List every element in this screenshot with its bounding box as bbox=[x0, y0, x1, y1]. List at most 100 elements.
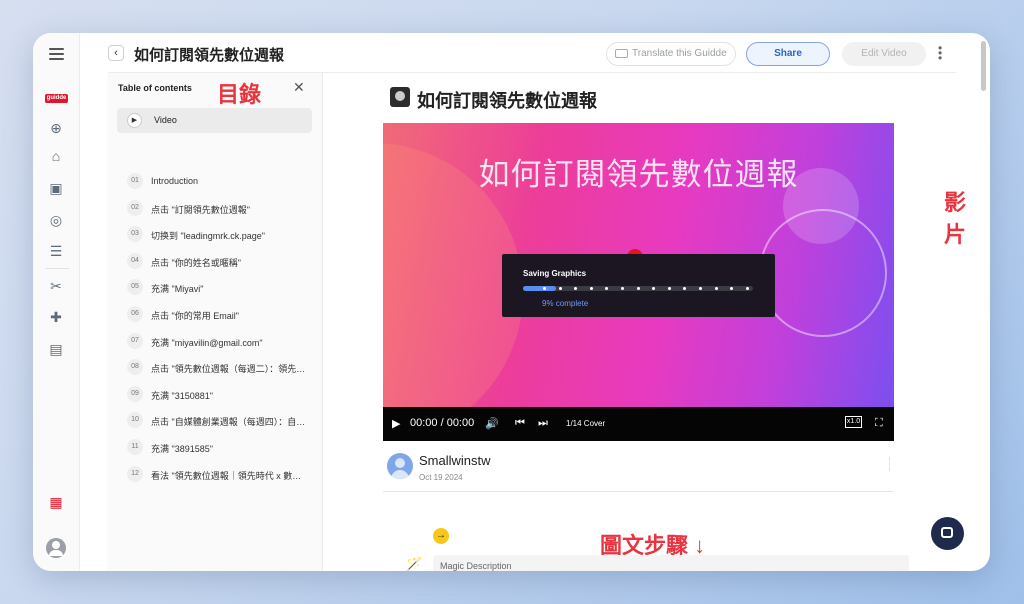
toc-item[interactable]: 09 充满 "3150881" bbox=[127, 385, 307, 402]
video-caption: 如何訂閱領先數位週報 bbox=[478, 157, 799, 192]
toc-item-number: 05 bbox=[127, 279, 143, 296]
toc-item-label: 充满 "miyavilin@gmail.com" bbox=[151, 337, 263, 348]
toc-item[interactable]: 05 充满 "Miyavi" bbox=[127, 279, 307, 296]
saving-progress-text: 9% complete bbox=[542, 299, 589, 308]
author-date: Oct 19 2024 bbox=[419, 473, 463, 482]
toc-item[interactable]: 04 点击 "你的姓名或暱稱" bbox=[127, 252, 307, 269]
fullscreen-icon[interactable]: ⛶ bbox=[875, 417, 883, 430]
author-avatar[interactable] bbox=[387, 453, 413, 479]
toc-item-number: 11 bbox=[127, 439, 143, 455]
toc-item-label: 点击 "你的姓名或暱稱" bbox=[151, 257, 241, 268]
toc-video-label: Video bbox=[154, 115, 177, 125]
shapes-icon[interactable]: ◎ bbox=[47, 211, 65, 229]
playback-speed-button[interactable]: x1.0 bbox=[845, 416, 862, 428]
video-library-icon[interactable]: ▣ bbox=[47, 179, 65, 197]
toc-item[interactable]: 03 切换到 "leadingmrk.ck.page" bbox=[127, 226, 307, 243]
user-avatar[interactable] bbox=[46, 538, 66, 558]
chapter-label[interactable]: 1/14 Cover bbox=[566, 419, 605, 428]
toc-item[interactable]: 06 点击 "你的常用 Email" bbox=[127, 306, 307, 322]
page-title: 如何訂閱領先數位週報 bbox=[134, 47, 285, 64]
progress-step-dot bbox=[714, 287, 718, 290]
left-rail: guidde ⊕ ⌂ ▣ ◎ ☰ ✂ ✚ ▤ ▦ bbox=[33, 33, 80, 571]
toc-item[interactable]: 08 点击 "領先數位週報（每週二）：領先時代 x 數位趨勢" bbox=[127, 359, 307, 376]
toc-item-number: 02 bbox=[127, 199, 143, 216]
toc-item-label: 点击 "自媒體創業週報（每週四）：自媒體經營" bbox=[151, 417, 306, 428]
progress-step-dot bbox=[636, 287, 640, 290]
guide-title: 如何訂閱領先數位週報 bbox=[417, 91, 597, 111]
scrollbar[interactable] bbox=[981, 41, 986, 91]
divider bbox=[889, 457, 890, 471]
progress-step-dot bbox=[543, 287, 546, 290]
gift-icon[interactable]: ▦ bbox=[47, 493, 65, 511]
arrow-right-icon[interactable]: → bbox=[433, 528, 449, 544]
rail-divider bbox=[45, 268, 69, 269]
toc-item[interactable]: 11 充满 "3891585" bbox=[127, 439, 307, 455]
add-user-icon[interactable]: ⊕ bbox=[47, 119, 65, 137]
previous-icon[interactable]: ⏮ bbox=[515, 417, 525, 430]
toc-item-label: Introduction bbox=[151, 176, 199, 186]
video-controls: ▶ 00:00 / 00:00 🔊 ⏮ ⏭ 1/14 Cover x1.0 ⛶ bbox=[383, 407, 894, 441]
video-annotation: 影片 bbox=[944, 190, 967, 247]
close-icon[interactable]: ✕ bbox=[293, 79, 305, 96]
top-header: ‹ 如何訂閱領先數位週報 Translate this Guidde Share… bbox=[80, 33, 990, 73]
guidde-logo[interactable]: guidde bbox=[45, 94, 68, 103]
volume-icon[interactable]: 🔊 bbox=[485, 417, 499, 430]
progress-step-dot bbox=[699, 287, 702, 290]
progress-step-dot bbox=[589, 287, 593, 290]
toc-item-number: 08 bbox=[127, 359, 143, 376]
saving-graphics-dialog: Saving Graphics 9% complete bbox=[502, 254, 775, 317]
toc-item-number: 10 bbox=[127, 412, 143, 429]
chat-list-icon[interactable]: ☰ bbox=[47, 242, 65, 260]
toc-item-video[interactable]: ▶ Video bbox=[117, 108, 312, 133]
translate-icon bbox=[615, 48, 628, 58]
progress-step-dot bbox=[605, 287, 609, 290]
next-icon[interactable]: ⏭ bbox=[538, 417, 548, 430]
toc-item-number: 01 bbox=[127, 173, 143, 189]
more-options-icon[interactable]: • • • bbox=[938, 42, 944, 64]
progress-step-dot bbox=[745, 287, 749, 290]
toc-annotation: 目錄 bbox=[217, 82, 262, 107]
back-button[interactable]: ‹ bbox=[108, 45, 124, 61]
saving-progress-fill bbox=[523, 286, 556, 291]
chat-support-icon[interactable] bbox=[931, 517, 964, 550]
toc-item-number: 07 bbox=[127, 332, 143, 349]
magic-wand-icon: 🪄 bbox=[405, 556, 423, 571]
progress-step-dot bbox=[574, 287, 578, 290]
toc-item[interactable]: 07 充满 "miyavilin@gmail.com" bbox=[127, 332, 307, 349]
toc-title: Table of contents bbox=[118, 83, 192, 93]
video-frame[interactable]: 如何訂閱領先數位週報 Saving Graphics 9% complete bbox=[383, 123, 894, 407]
author-name: Smallwinstw bbox=[419, 453, 491, 468]
puzzle-icon[interactable]: ✚ bbox=[47, 308, 65, 326]
translate-label: Translate this Guidde bbox=[632, 48, 727, 59]
app-window: guidde ⊕ ⌂ ▣ ◎ ☰ ✂ ✚ ▤ ▦ ‹ 如何訂閱領先數位週報 Tr… bbox=[33, 33, 990, 571]
toc-item[interactable]: 02 点击 "訂閱領先數位週報" bbox=[127, 199, 307, 216]
saving-title: Saving Graphics bbox=[523, 269, 587, 278]
play-button-icon[interactable]: ▶ bbox=[392, 417, 400, 430]
toc-item-label: 充满 "3891585" bbox=[151, 444, 213, 454]
toc-item[interactable]: 10 点击 "自媒體創業週報（每週四）：自媒體經營" bbox=[127, 412, 307, 429]
share-button[interactable]: Share bbox=[746, 42, 830, 66]
translate-button[interactable]: Translate this Guidde bbox=[606, 42, 736, 66]
saving-progress-track bbox=[523, 286, 753, 291]
progress-step-dot bbox=[652, 287, 656, 290]
toc-item-number: 09 bbox=[127, 385, 143, 402]
progress-step-dot bbox=[730, 287, 734, 290]
toc-item-label: 充满 "Miyavi" bbox=[151, 284, 204, 295]
progress-step-dot bbox=[683, 287, 687, 290]
video-player[interactable]: 如何訂閱領先數位週報 Saving Graphics 9% complete ▶… bbox=[383, 123, 894, 441]
toc-item[interactable]: 01 Introduction bbox=[127, 173, 307, 189]
toc-item-number: 06 bbox=[127, 306, 143, 322]
guide-avatar-icon bbox=[390, 87, 410, 107]
tools-icon[interactable]: ✂ bbox=[47, 277, 65, 295]
hamburger-menu-icon[interactable] bbox=[49, 48, 64, 63]
edit-video-button[interactable]: Edit Video bbox=[842, 42, 926, 66]
main-content: 如何訂閱領先數位週報 如何訂閱領先數位週報 Saving Graphics 9%… bbox=[324, 73, 967, 571]
decor-ring bbox=[759, 209, 887, 337]
magic-description-field[interactable]: Magic Description bbox=[433, 555, 909, 571]
time-display: 00:00 / 00:00 bbox=[410, 417, 475, 429]
toc-item-label: 点击 "訂閱領先數位週報" bbox=[151, 204, 250, 215]
table-of-contents: Table of contents 目錄 ✕ ▶ Video 01 Introdu… bbox=[107, 73, 323, 571]
clipboard-clock-icon[interactable]: ▤ bbox=[47, 340, 65, 358]
home-icon[interactable]: ⌂ bbox=[47, 147, 65, 165]
toc-item[interactable]: 12 看法 "領先數位週報｜領先時代 x 數位趨勢" bbox=[127, 465, 307, 482]
